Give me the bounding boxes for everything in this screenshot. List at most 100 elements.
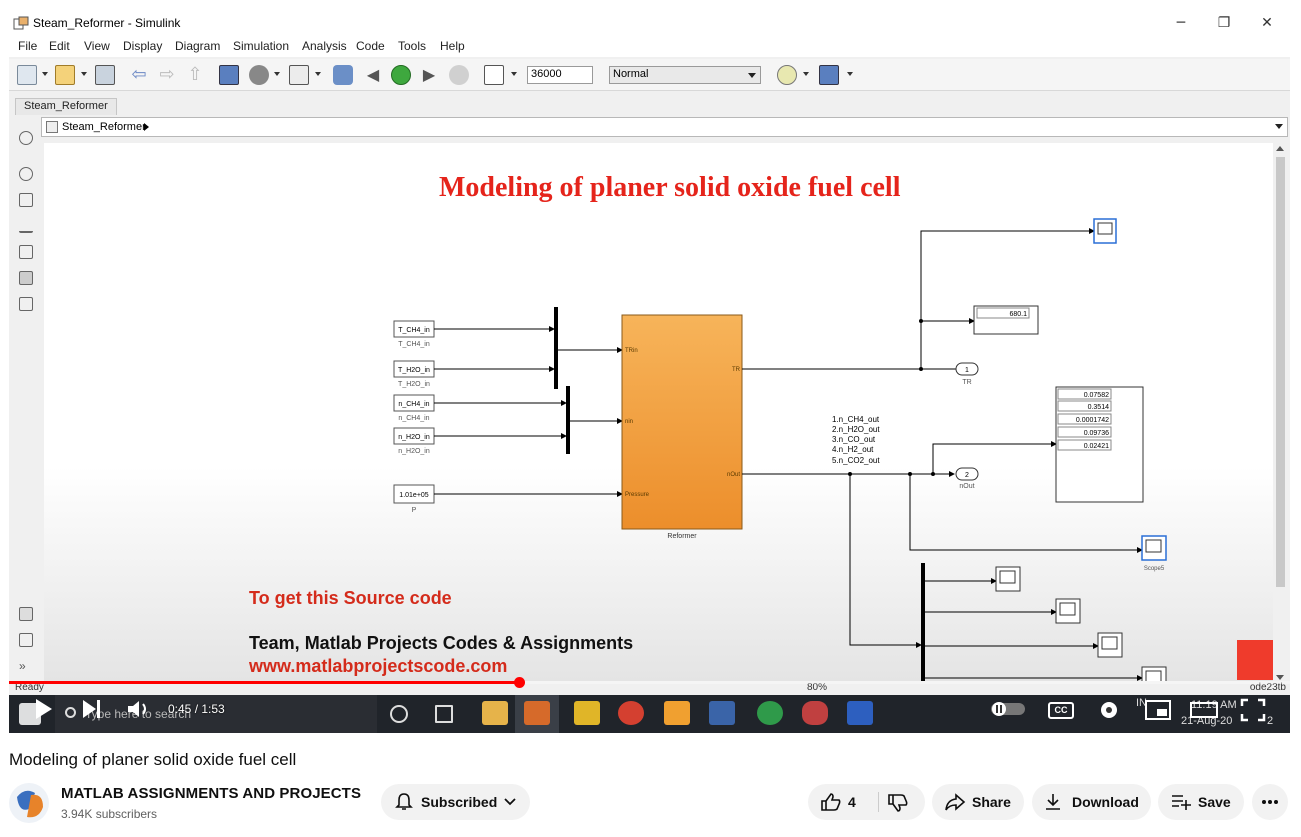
share-button[interactable]: Share [932, 784, 1024, 820]
tab-steam-reformer[interactable]: Steam_Reformer [15, 98, 117, 115]
minimize-button[interactable]: ─ [1166, 13, 1196, 33]
next-icon[interactable] [80, 698, 104, 720]
step-back-icon[interactable]: ◀ [363, 65, 383, 85]
menu-analysis[interactable]: Analysis [302, 39, 347, 53]
display-block-flows[interactable]: 0.07582 0.3514 0.0001742 0.09736 0.02421 [1055, 386, 1144, 503]
app-icon[interactable] [664, 701, 690, 725]
menu-diagram[interactable]: Diagram [175, 39, 220, 53]
stop-icon[interactable] [449, 65, 469, 85]
chat-icon[interactable] [757, 701, 783, 725]
menu-tools[interactable]: Tools [398, 39, 426, 53]
breadcrumb[interactable]: Steam_Reformer [62, 121, 146, 133]
open-folder-icon[interactable] [55, 65, 75, 85]
model-canvas[interactable]: Modeling of planer solid oxide fuel cell… [44, 143, 1273, 683]
model-browser-address-bar[interactable]: Steam_Reformer [41, 117, 1288, 137]
menu-file[interactable]: File [18, 39, 37, 53]
dislike-button[interactable] [879, 784, 925, 820]
media-icon[interactable] [802, 701, 828, 725]
menu-help[interactable]: Help [440, 39, 465, 53]
step-forward-icon[interactable]: ▶ [419, 65, 439, 85]
simulink-taskbar-icon[interactable] [847, 701, 873, 725]
input-block-t-ch4[interactable]: T_CH4_in T_CH4_in [393, 320, 435, 348]
menu-display[interactable]: Display [123, 39, 162, 53]
model-advisor-icon[interactable] [777, 65, 797, 85]
chrome-icon[interactable] [618, 701, 644, 725]
demux-block[interactable] [921, 563, 925, 683]
video-progress-bar[interactable] [9, 677, 1290, 688]
task-view-icon[interactable] [435, 705, 453, 723]
mux-block-flow[interactable] [566, 386, 570, 454]
gear-icon[interactable] [249, 65, 269, 85]
matlab-icon[interactable] [524, 701, 550, 725]
progress-scrubber[interactable] [514, 677, 525, 688]
forward-arrow-icon[interactable]: ⇨ [157, 65, 177, 85]
screenshot-icon[interactable] [19, 607, 33, 621]
vertical-scrollbar[interactable] [1273, 143, 1288, 683]
mux-block-temperature[interactable] [554, 307, 558, 389]
expand-palette-icon[interactable]: » [19, 659, 33, 673]
video-player[interactable]: Steam_Reformer - Simulink ─ ❐ ✕ File Edi… [9, 9, 1290, 733]
scroll-thumb[interactable] [1276, 157, 1285, 587]
like-button[interactable]: 4 [808, 784, 878, 820]
model-explorer-icon[interactable] [289, 65, 309, 85]
play-icon[interactable] [30, 696, 56, 722]
miniplayer-icon[interactable] [1145, 700, 1171, 720]
property-inspector-icon[interactable] [19, 633, 33, 647]
autoplay-toggle-icon[interactable] [990, 700, 1026, 718]
restore-button[interactable]: ❐ [1209, 13, 1239, 33]
stop-time-input[interactable]: 36000 [527, 66, 593, 84]
reformer-subsystem[interactable]: TRin nin Pressure TR nOut Reformer [621, 314, 743, 540]
more-actions-button[interactable] [1252, 784, 1288, 820]
chevron-down-icon[interactable] [1275, 124, 1283, 129]
word-icon[interactable] [709, 701, 735, 725]
settings-gear-icon[interactable] [1097, 698, 1121, 722]
input-block-n-h2o[interactable]: n_H2O_in n_H2O_in [393, 427, 435, 455]
annotation-icon[interactable] [19, 245, 33, 259]
file-explorer-icon[interactable] [482, 701, 508, 725]
download-button[interactable]: Download [1032, 784, 1151, 820]
subscribe-button[interactable]: Subscribed [381, 784, 530, 820]
library-browser-icon[interactable] [219, 65, 239, 85]
volume-icon[interactable] [126, 698, 152, 720]
scope-icon[interactable] [484, 65, 504, 85]
theater-mode-icon[interactable] [1190, 700, 1218, 720]
channel-name[interactable]: MATLAB ASSIGNMENTS AND PROJECTS [61, 785, 361, 802]
save-button[interactable]: Save [1158, 784, 1244, 820]
input-block-t-h2o[interactable]: T_H2O_in T_H2O_in [393, 360, 435, 388]
scope-block-temperature[interactable] [1093, 218, 1117, 244]
save-icon[interactable] [95, 65, 115, 85]
scroll-up-icon[interactable] [1276, 146, 1284, 151]
pressure-constant-block[interactable]: 1.01e+05 P [393, 484, 435, 514]
simulation-mode-select[interactable]: Normal [609, 66, 761, 84]
captions-button[interactable]: CC [1048, 702, 1074, 719]
fullscreen-icon[interactable] [1240, 698, 1266, 722]
input-block-n-ch4[interactable]: n_CH4_in n_CH4_in [393, 394, 435, 422]
sticky-notes-icon[interactable] [574, 701, 600, 725]
outport-tr[interactable]: 1 TR [955, 362, 979, 386]
debug-icon[interactable] [333, 65, 353, 85]
scope-block-co[interactable] [1097, 632, 1123, 658]
display-block-temperature[interactable]: 680.1 [973, 305, 1039, 335]
menu-code[interactable]: Code [356, 39, 385, 53]
back-arrow-icon[interactable]: ⇦ [129, 65, 149, 85]
run-icon[interactable] [391, 65, 411, 85]
channel-avatar[interactable] [9, 783, 49, 823]
cortana-icon[interactable] [390, 705, 408, 723]
hide-browser-icon[interactable] [19, 131, 33, 145]
scope-block-ch4[interactable] [995, 566, 1021, 592]
build-icon[interactable] [819, 65, 839, 85]
zoom-in-icon[interactable] [19, 167, 33, 181]
menu-simulation[interactable]: Simulation [233, 39, 289, 53]
scope-block-5[interactable]: Scope5 [1141, 535, 1167, 572]
arrow-tool-icon[interactable] [19, 219, 33, 233]
scroll-down-icon[interactable] [1276, 675, 1284, 680]
new-model-icon[interactable] [17, 65, 37, 85]
area-icon[interactable] [19, 297, 33, 311]
outport-nout[interactable]: 2 nOut [955, 467, 979, 490]
image-icon[interactable] [19, 271, 33, 285]
menu-view[interactable]: View [84, 39, 110, 53]
up-arrow-icon[interactable]: ⇧ [185, 65, 205, 85]
scope-block-h2o[interactable] [1055, 598, 1081, 624]
close-button[interactable]: ✕ [1252, 13, 1282, 33]
fit-to-view-icon[interactable] [19, 193, 33, 207]
